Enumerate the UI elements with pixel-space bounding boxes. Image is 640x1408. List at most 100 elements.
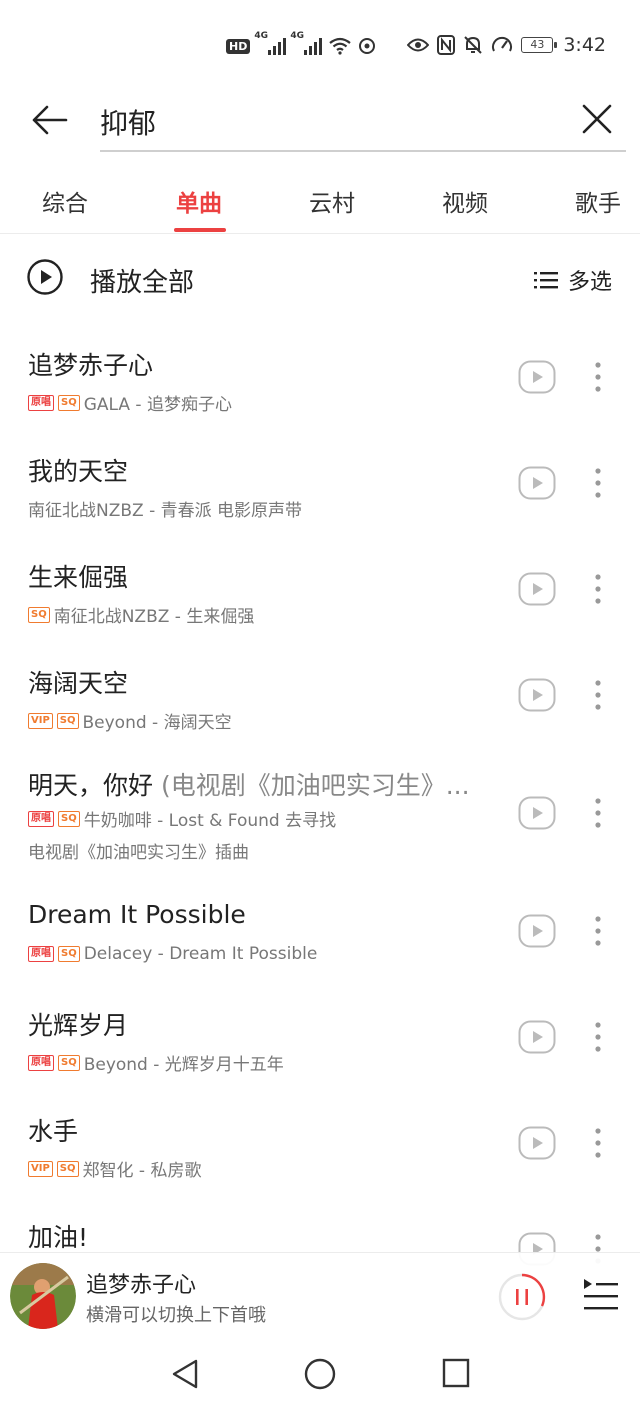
more-vertical-icon[interactable] bbox=[586, 678, 610, 712]
hd-icon: HD bbox=[226, 38, 251, 54]
tab-comprehensive[interactable]: 综合 bbox=[42, 184, 88, 218]
song-title: 水手 bbox=[28, 1117, 79, 1146]
list-item[interactable]: 明天，你好 (电视剧《加油吧实习生》... 原唱 SQ 牛奶咖啡 - Lost … bbox=[0, 766, 640, 876]
album-cover[interactable] bbox=[10, 1263, 76, 1329]
song-title: 追梦赤子心 bbox=[28, 351, 154, 380]
list-icon bbox=[533, 272, 558, 289]
sq-badge: SQ bbox=[58, 810, 80, 827]
list-item[interactable]: 水手 VIP SQ 郑智化 - 私房歌 bbox=[0, 1112, 640, 1196]
more-vertical-icon[interactable] bbox=[586, 466, 610, 500]
system-nav-bar bbox=[0, 1344, 640, 1408]
list-item[interactable]: 光辉岁月 原唱 SQ Beyond - 光辉岁月十五年 bbox=[0, 1006, 640, 1090]
song-title-extra: (电视剧《加油吧实习生》... bbox=[153, 771, 470, 800]
sync-icon bbox=[359, 38, 376, 54]
arrow-left-icon[interactable] bbox=[28, 98, 72, 142]
status-left-icons: HD 4G 4G bbox=[226, 31, 376, 56]
song-title: 我的天空 bbox=[28, 457, 129, 486]
song-artist-album: 南征北战NZBZ - 生来倔强 bbox=[53, 607, 255, 627]
video-play-icon[interactable] bbox=[518, 914, 556, 948]
song-title: 明天，你好 (电视剧《加油吧实习生》... bbox=[28, 766, 470, 802]
status-bar: HD 4G 4G 43 3:42 bbox=[0, 0, 640, 94]
play-circle-icon[interactable] bbox=[26, 258, 64, 296]
original-badge: 原唱 bbox=[28, 394, 54, 411]
now-playing-title: 追梦赤子心 bbox=[86, 1273, 197, 1298]
tab-videos[interactable]: 视频 bbox=[442, 184, 488, 218]
list-item[interactable]: 生来倔强 SQ 南征北战NZBZ - 生来倔强 bbox=[0, 558, 640, 642]
video-play-icon[interactable] bbox=[518, 678, 556, 712]
more-vertical-icon[interactable] bbox=[586, 1126, 610, 1160]
song-meta: VIP SQ 郑智化 - 私房歌 bbox=[28, 1156, 201, 1181]
song-meta: VIP SQ Beyond - 海阔天空 bbox=[28, 708, 232, 733]
tab-songs[interactable]: 单曲 bbox=[176, 184, 222, 218]
sq-badge: SQ bbox=[58, 946, 80, 962]
video-play-icon[interactable] bbox=[518, 796, 556, 830]
song-artist-album: 郑智化 - 私房歌 bbox=[82, 1161, 202, 1181]
song-description: 电视剧《加油吧实习生》插曲 bbox=[28, 843, 249, 863]
multi-select-label: 多选 bbox=[567, 270, 612, 295]
sq-badge: SQ bbox=[58, 394, 80, 411]
tab-artists[interactable]: 歌手 bbox=[575, 184, 621, 218]
sq-badge: SQ bbox=[56, 1160, 79, 1177]
list-item[interactable]: Dream It Possible 原唱 SQ Delacey - Dream … bbox=[0, 900, 640, 984]
nav-back-icon[interactable] bbox=[170, 1358, 200, 1390]
signal-icon: 4G bbox=[254, 31, 287, 55]
video-play-icon[interactable] bbox=[518, 572, 556, 606]
song-meta: 南征北战NZBZ - 青春派 电影原声带 bbox=[28, 496, 302, 521]
battery-icon: 43 bbox=[521, 37, 558, 53]
song-artist-album: 牛奶咖啡 - Lost & Found 去寻找 bbox=[83, 811, 337, 831]
search-input[interactable]: 抑郁 bbox=[100, 94, 626, 152]
original-badge: 原唱 bbox=[28, 810, 54, 827]
eye-icon bbox=[407, 38, 430, 52]
signal-icon: 4G bbox=[290, 31, 323, 55]
more-vertical-icon[interactable] bbox=[586, 360, 610, 394]
song-title: 加油! bbox=[28, 1223, 89, 1252]
video-play-icon[interactable] bbox=[518, 466, 556, 500]
vip-badge: VIP bbox=[28, 1160, 53, 1177]
tab-active-indicator bbox=[174, 228, 226, 232]
sq-badge: SQ bbox=[28, 606, 50, 623]
more-vertical-icon[interactable] bbox=[586, 796, 610, 830]
nav-recent-apps-icon[interactable] bbox=[442, 1358, 470, 1388]
list-item[interactable]: 海阔天空 VIP SQ Beyond - 海阔天空 bbox=[0, 664, 640, 748]
speedometer-icon bbox=[492, 36, 513, 52]
nfc-icon bbox=[437, 35, 456, 55]
search-query[interactable]: 抑郁 bbox=[100, 102, 156, 142]
song-title: 生来倔强 bbox=[28, 563, 129, 592]
song-artist-album: Beyond - 光辉岁月十五年 bbox=[83, 1055, 284, 1075]
song-meta: 原唱 SQ GALA - 追梦痴子心 bbox=[28, 390, 232, 415]
status-right-icons: 43 3:42 bbox=[407, 34, 606, 56]
bell-off-icon bbox=[464, 36, 483, 54]
more-vertical-icon[interactable] bbox=[586, 914, 610, 948]
list-item[interactable]: 追梦赤子心 原唱 SQ GALA - 追梦痴子心 bbox=[0, 346, 640, 430]
more-vertical-icon[interactable] bbox=[586, 572, 610, 606]
song-artist-album: Beyond - 海阔天空 bbox=[82, 713, 232, 733]
original-badge: 原唱 bbox=[28, 946, 54, 962]
song-meta: 原唱 SQ 牛奶咖啡 - Lost & Found 去寻找 bbox=[28, 806, 336, 831]
original-badge: 原唱 bbox=[28, 1054, 54, 1071]
more-vertical-icon[interactable] bbox=[586, 1020, 610, 1054]
vip-badge: VIP bbox=[28, 712, 53, 729]
search-bar: 抑郁 bbox=[0, 94, 640, 156]
sq-badge: SQ bbox=[56, 712, 79, 729]
song-meta: SQ 南征北战NZBZ - 生来倔强 bbox=[28, 602, 254, 627]
multi-select-button[interactable]: 多选 bbox=[533, 264, 612, 296]
video-play-icon[interactable] bbox=[518, 360, 556, 394]
list-item[interactable]: 我的天空 南征北战NZBZ - 青春派 电影原声带 bbox=[0, 452, 640, 536]
tab-community[interactable]: 云村 bbox=[309, 184, 355, 218]
video-play-icon[interactable] bbox=[518, 1126, 556, 1160]
swipe-hint: 横滑可以切换上下首哦 bbox=[86, 1305, 266, 1326]
song-title: Dream It Possible bbox=[28, 900, 246, 929]
nav-home-icon[interactable] bbox=[304, 1358, 336, 1390]
pause-icon[interactable] bbox=[498, 1273, 546, 1321]
status-time: 3:42 bbox=[563, 34, 606, 56]
mini-player[interactable]: 追梦赤子心 横滑可以切换上下首哦 bbox=[0, 1252, 640, 1344]
close-icon[interactable] bbox=[576, 98, 618, 140]
wifi-icon bbox=[329, 37, 352, 55]
song-artist-album: Delacey - Dream It Possible bbox=[83, 944, 318, 964]
playlist-icon[interactable] bbox=[582, 1277, 620, 1313]
sq-badge: SQ bbox=[58, 1054, 80, 1071]
video-play-icon[interactable] bbox=[518, 1020, 556, 1054]
song-meta: 原唱 SQ Delacey - Dream It Possible bbox=[28, 944, 317, 964]
play-all-row: 播放全部 多选 bbox=[0, 244, 640, 314]
play-all-button[interactable]: 播放全部 bbox=[90, 262, 194, 299]
